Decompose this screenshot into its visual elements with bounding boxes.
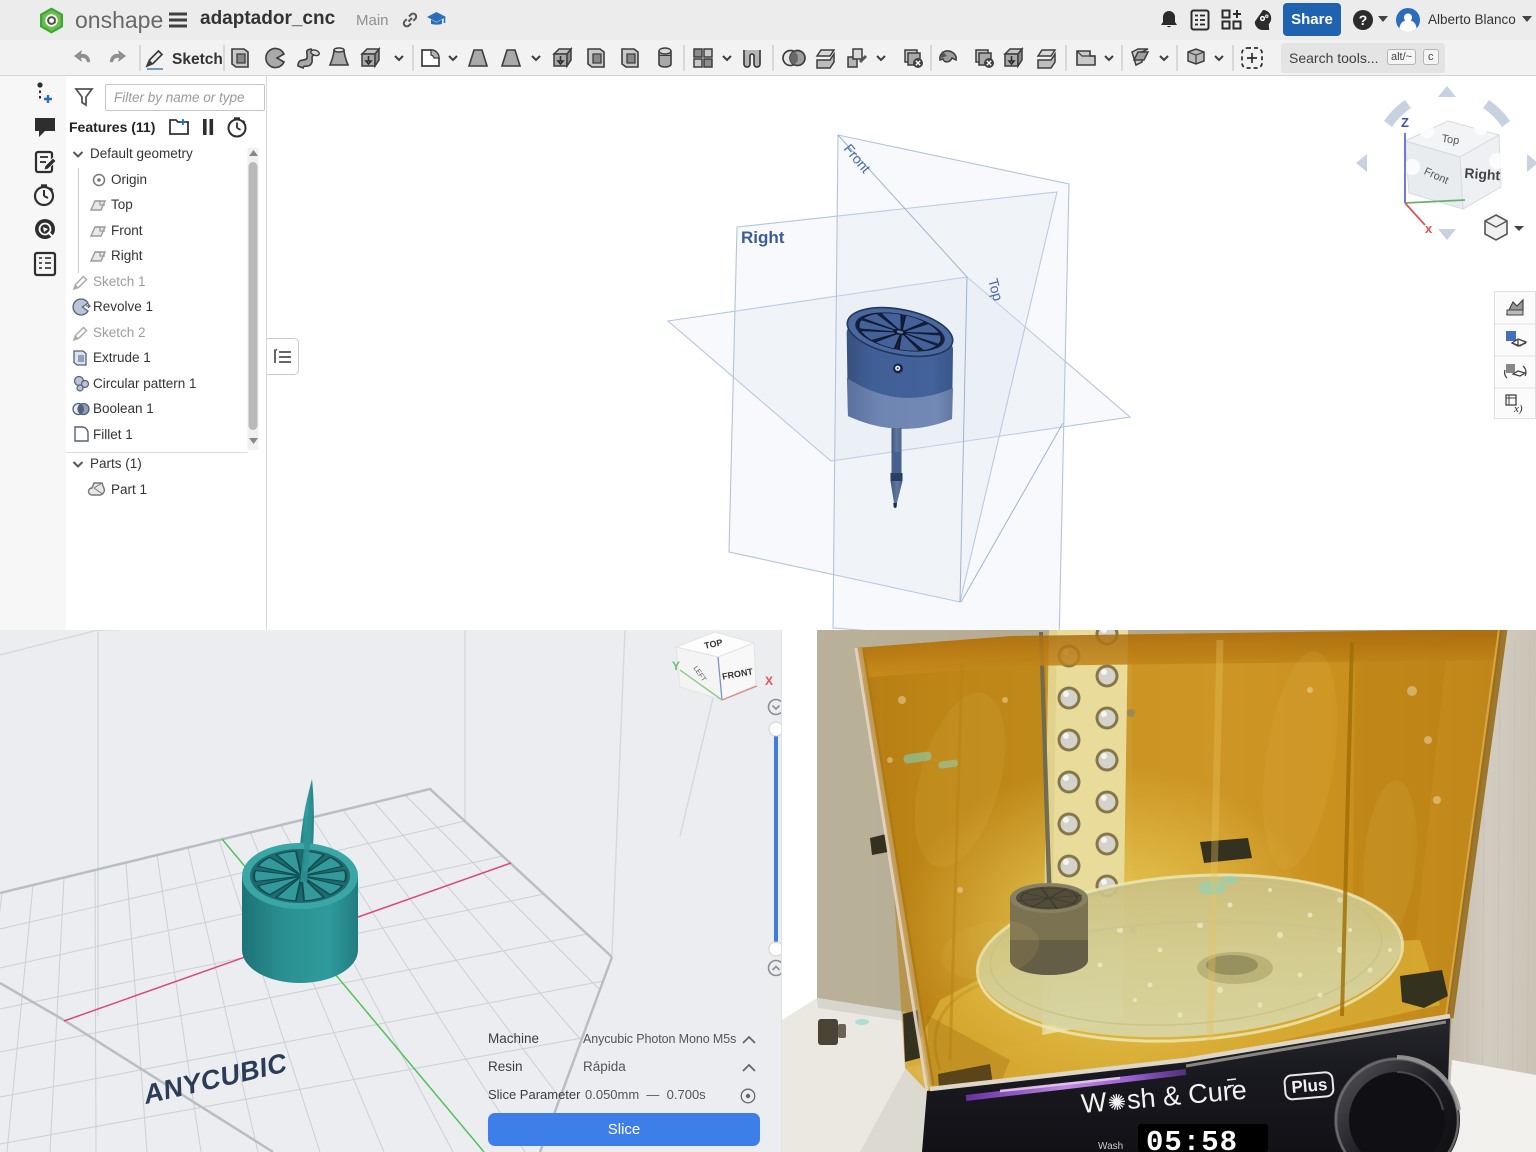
svg-text:Right: Right <box>741 228 785 247</box>
svg-text:ANYCUBIC: ANYCUBIC <box>140 1048 290 1110</box>
svg-text:Sketch: Sketch <box>172 51 223 68</box>
svg-text:?: ? <box>1359 12 1368 28</box>
svg-text:Wash: Wash <box>1098 1141 1123 1152</box>
svg-text:Top: Top <box>1441 133 1460 147</box>
svg-text:Plus: Plus <box>1291 1075 1328 1097</box>
svg-text:Y: Y <box>672 659 680 673</box>
svg-text:x: x <box>1425 221 1433 236</box>
svg-text:Z: Z <box>1401 115 1409 130</box>
svg-text:x): x) <box>1513 403 1523 415</box>
svg-text:X: X <box>765 674 773 688</box>
svg-text:Right: Right <box>1464 165 1501 183</box>
svg-text:05:58: 05:58 <box>1146 1126 1238 1152</box>
